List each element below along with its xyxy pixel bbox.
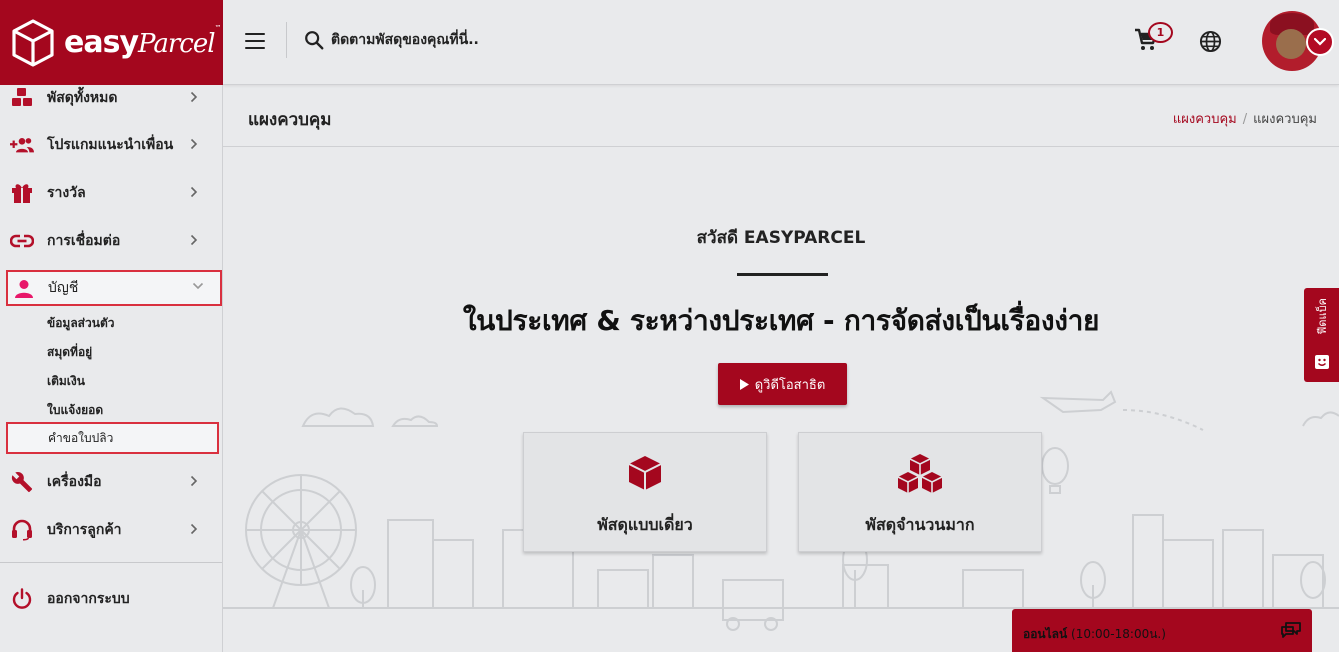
chevron-right-icon	[190, 234, 198, 246]
chat-bubbles-icon	[1281, 622, 1301, 638]
sidebar-item-label: การเชื่อมต่อ	[47, 233, 121, 249]
page-title: แผงควบคุม	[248, 110, 332, 130]
sidebar-item-tools[interactable]: เครื่องมือ	[0, 462, 222, 502]
feedback-tab[interactable]: ฟีดแบ็ค	[1304, 288, 1339, 382]
logout-button[interactable]: ออกจากระบบ	[0, 579, 222, 619]
sidebar-item-label: บัญชี	[48, 280, 79, 296]
sidebar-item-label: รางวัล	[47, 185, 86, 201]
top-header: 1	[223, 0, 1339, 85]
cart-count-badge: 1	[1148, 22, 1173, 43]
wrench-icon	[10, 470, 34, 494]
greeting-underline	[737, 273, 828, 276]
brand-logo[interactable]: easyParcel ™	[0, 0, 223, 85]
search-icon	[305, 31, 324, 50]
single-box-icon	[628, 456, 662, 490]
live-chat-widget[interactable]: ออนไลน์ (10:00-18:00น.)	[1012, 609, 1312, 652]
sidebar-subitem-address-book[interactable]: สมุดที่อยู่	[47, 343, 92, 362]
chat-status: ออนไลน์ (10:00-18:00น.)	[1023, 627, 1166, 641]
single-parcel-label: พัสดุแบบเดี่ยว	[597, 515, 693, 534]
sidebar-divider	[0, 562, 222, 563]
sidebar-item-customer-service[interactable]: บริการลูกค้า	[0, 510, 222, 550]
menu-icon[interactable]	[245, 33, 265, 49]
sidebar-item-all-parcels[interactable]: พัสดุทั้งหมด	[0, 78, 222, 118]
watch-demo-video-button[interactable]: ดูวิดีโอสาธิต	[718, 363, 847, 405]
brand-wordmark: easyParcel	[64, 25, 216, 60]
box-logo-icon	[12, 18, 54, 67]
watch-demo-video-label: ดูวิดีโอสาธิต	[754, 377, 826, 393]
sidebar-item-referral[interactable]: โปรแกมแนะนำเพื่อน	[0, 125, 222, 165]
feedback-label: ฟีดแบ็ค	[1316, 298, 1329, 335]
breadcrumb-link[interactable]: แผงควบคุม	[1173, 112, 1237, 127]
bulk-parcel-label: พัสดุจำนวนมาก	[865, 515, 975, 534]
single-parcel-card[interactable]: พัสดุแบบเดี่ยว	[523, 432, 767, 552]
logout-label: ออกจากระบบ	[47, 591, 130, 607]
sidebar: พัสดุทั้งหมด โปรแกมแนะนำเพื่อน รางวัล กา…	[0, 85, 223, 652]
header-divider	[286, 22, 287, 58]
search-input[interactable]	[331, 26, 751, 54]
trademark-mark: ™	[214, 24, 222, 32]
main-headline: ในประเทศ & ระหว่างประเทศ - การจัดส่งเป็น…	[462, 304, 1100, 337]
sidebar-subitem-topup[interactable]: เติมเงิน	[47, 372, 85, 391]
chevron-down-icon[interactable]	[1306, 28, 1334, 56]
chevron-right-icon	[190, 186, 198, 198]
add-people-icon	[10, 133, 34, 157]
play-icon	[739, 378, 749, 390]
feedback-face-icon	[1315, 355, 1329, 369]
power-icon	[10, 587, 34, 611]
sidebar-subitem-statement[interactable]: ใบแจ้งยอด	[47, 401, 103, 420]
headset-icon	[10, 518, 34, 542]
person-icon	[12, 277, 36, 301]
greeting-text: สวัสดี EASYPARCEL	[696, 228, 866, 248]
bulk-parcel-card[interactable]: พัสดุจำนวนมาก	[798, 432, 1042, 552]
page-header: แผงควบคุม แผงควบคุม / แผงควบคุม	[223, 86, 1339, 147]
gift-icon	[10, 181, 34, 205]
sidebar-item-label: เครื่องมือ	[47, 474, 102, 490]
chevron-right-icon	[190, 138, 198, 150]
chevron-right-icon	[190, 91, 198, 103]
chevron-down-icon	[192, 282, 204, 290]
sidebar-item-integration[interactable]: การเชื่อมต่อ	[0, 221, 222, 261]
multiple-boxes-icon	[897, 454, 943, 493]
breadcrumb: แผงควบคุม / แผงควบคุม	[1173, 108, 1317, 129]
sidebar-item-label: พัสดุทั้งหมด	[47, 90, 118, 106]
boxes-icon	[10, 86, 34, 110]
breadcrumb-separator: /	[1242, 112, 1248, 127]
breadcrumb-current: แผงควบคุม	[1253, 112, 1317, 127]
sidebar-item-account[interactable]: บัญชี	[6, 270, 222, 306]
sidebar-item-label: บริการลูกค้า	[47, 522, 122, 538]
chevron-right-icon	[190, 475, 198, 487]
sidebar-subitem-flyer-request[interactable]: คำขอใบปลิว	[6, 422, 219, 454]
sidebar-item-rewards[interactable]: รางวัล	[0, 173, 222, 213]
sidebar-item-label: โปรแกมแนะนำเพื่อน	[47, 137, 174, 153]
chevron-right-icon	[190, 523, 198, 535]
language-globe-icon[interactable]	[1199, 30, 1222, 53]
link-icon	[10, 229, 34, 253]
sidebar-subitem-personal-info[interactable]: ข้อมูลส่วนตัว	[47, 314, 114, 333]
